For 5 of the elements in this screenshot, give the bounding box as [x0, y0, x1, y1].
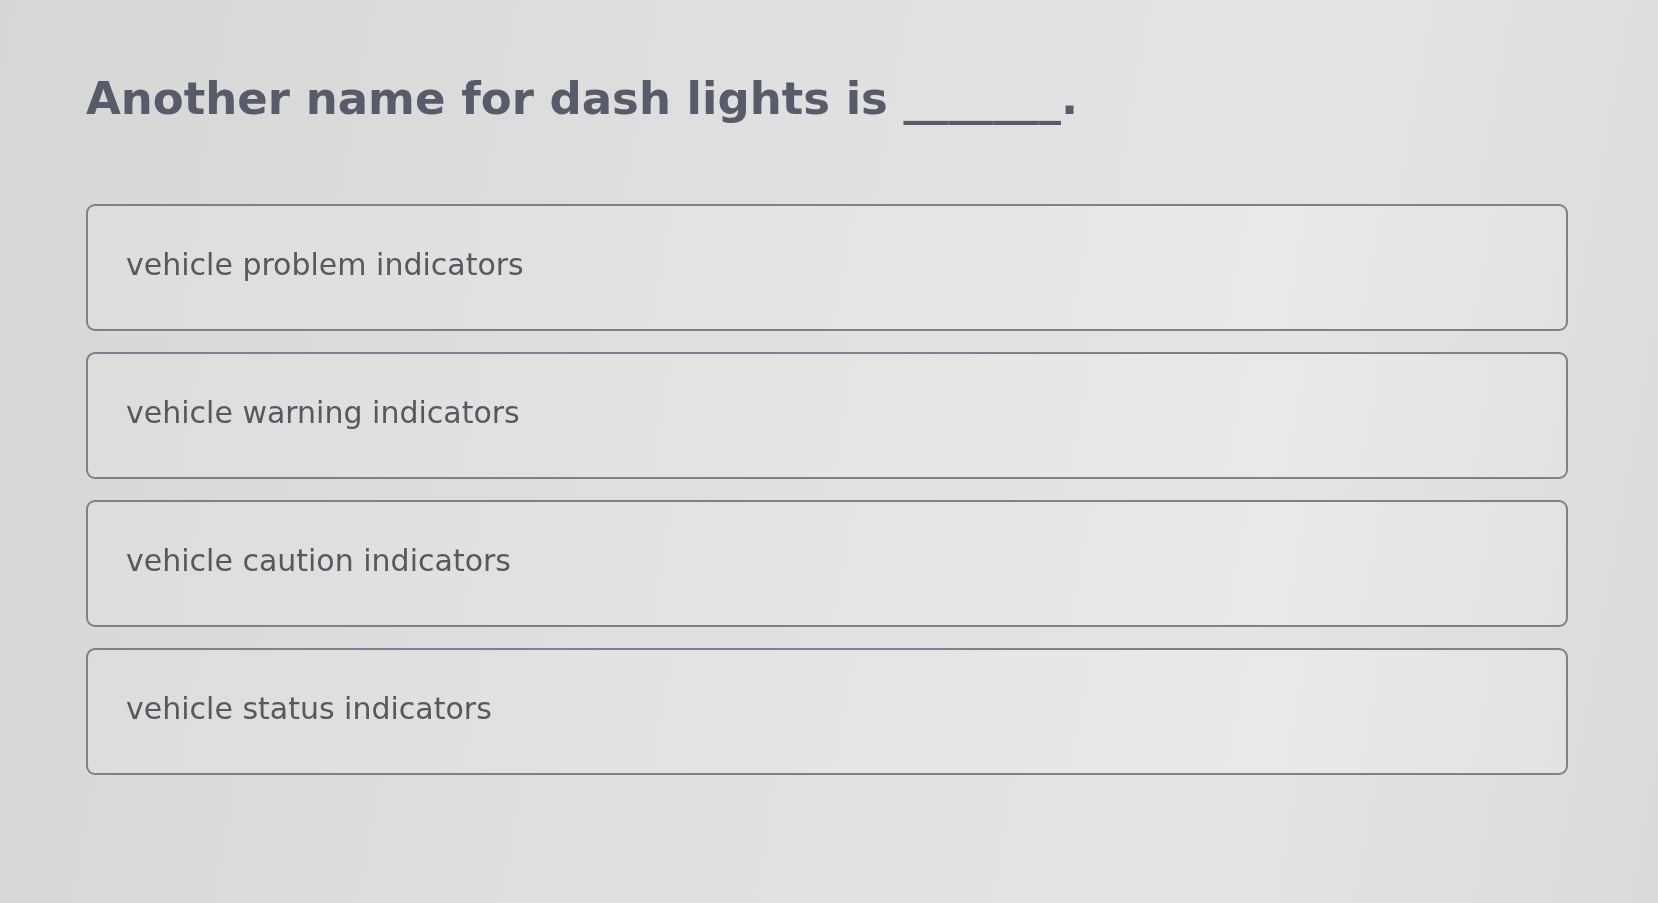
- question-text: Another name for dash lights is _______.: [86, 71, 1079, 127]
- answer-option[interactable]: vehicle warning indicators: [86, 352, 1568, 479]
- answer-option[interactable]: vehicle status indicators: [86, 648, 1568, 775]
- answer-option[interactable]: vehicle problem indicators: [86, 204, 1568, 331]
- answer-option[interactable]: vehicle caution indicators: [86, 500, 1568, 627]
